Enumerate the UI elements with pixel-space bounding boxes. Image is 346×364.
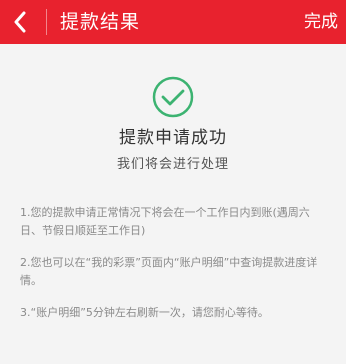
result-subtitle: 我们将会进行处理 — [116, 157, 229, 172]
back-button[interactable] — [0, 0, 40, 44]
chevron-left-icon — [14, 11, 26, 33]
note-item: 2.您也可以在“我的彩票”页面内“账户明细”中查询提款进度详情。 — [20, 256, 318, 287]
notes-list: 1.您的提款申请正常情况下将会在一个工作日内到账(遇周六日、节假日顺延至工作日)… — [20, 204, 330, 336]
header-bar: 提款结果 完成 — [0, 0, 346, 44]
note-item: 1.您的提款申请正常情况下将会在一个工作日内到账(遇周六日、节假日顺延至工作日) — [20, 206, 310, 237]
page-title: 提款结果 — [60, 11, 141, 33]
check-circle-icon — [152, 76, 194, 118]
note-item: 3.“账户明细”5分钟左右刷新一次，请您耐心等待。 — [20, 306, 269, 319]
done-button[interactable]: 完成 — [304, 0, 338, 44]
result-title: 提款申请成功 — [119, 128, 227, 148]
header-divider — [46, 9, 47, 35]
result-content: 提款申请成功 我们将会进行处理 1.您的提款申请正常情况下将会在一个工作日内到账… — [0, 44, 346, 364]
